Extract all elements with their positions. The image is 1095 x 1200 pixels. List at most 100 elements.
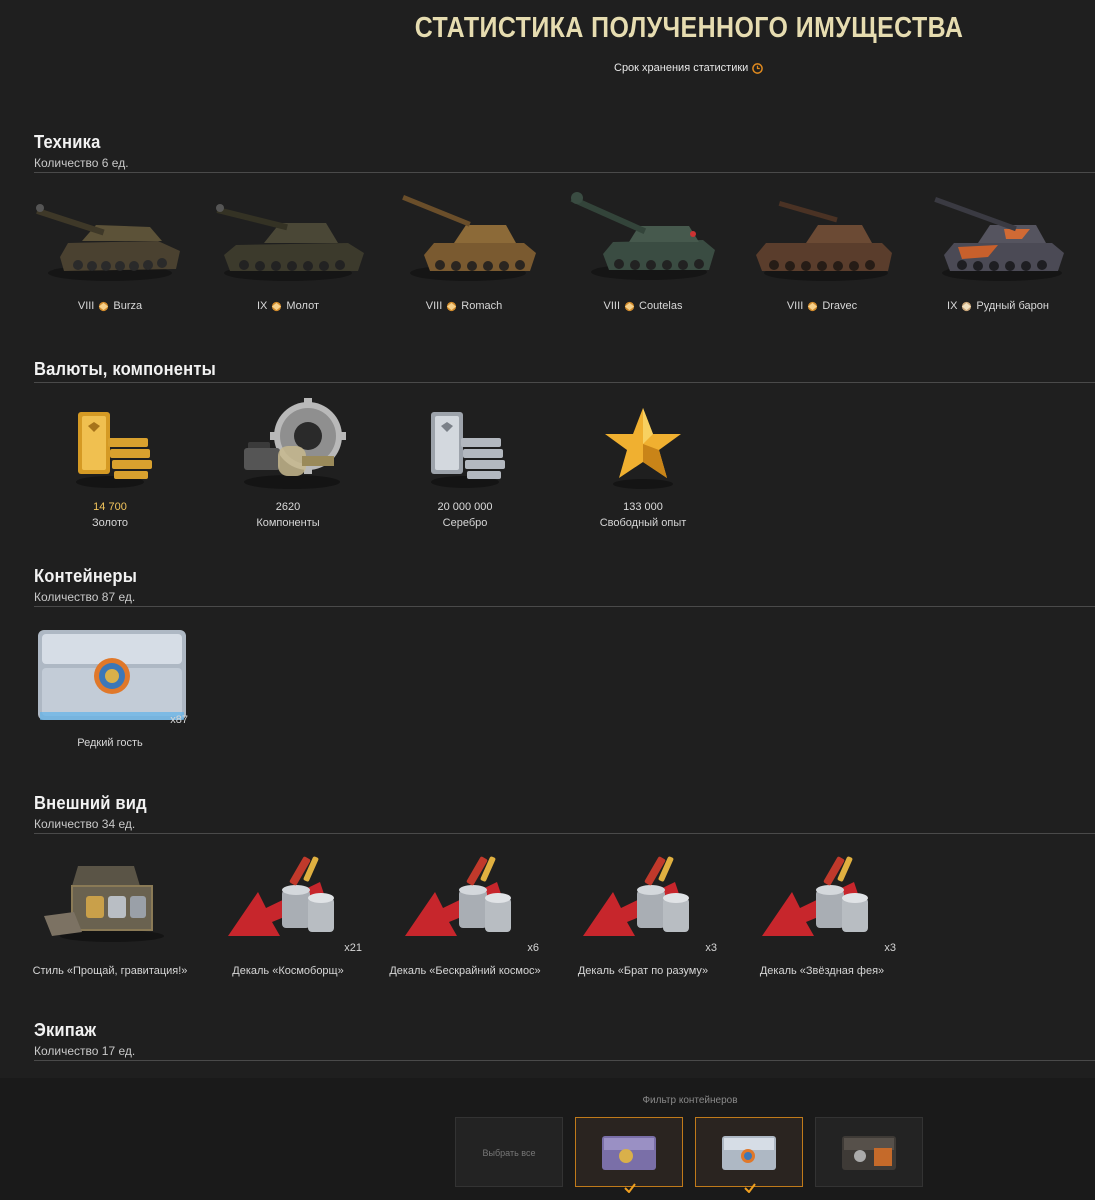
free-xp-star-icon (605, 408, 681, 489)
vehicle-tier: VIII (425, 300, 443, 312)
currencies-title: Валюты, компоненты (34, 359, 216, 379)
silver-container-icon (722, 1136, 776, 1170)
currency-label: Компоненты (256, 517, 320, 529)
customization-label: Стиль «Прощай, гравитация!» (32, 965, 188, 977)
filter-container-purple[interactable] (575, 1117, 683, 1193)
currency-card[interactable]: 2620 Компоненты (208, 398, 368, 529)
divider (34, 606, 1095, 607)
customization-multiplier: x3 (884, 942, 896, 954)
purple-container-icon (602, 1136, 656, 1170)
currency-card[interactable]: 20 000 000 Серебро (385, 402, 545, 529)
gold-icon (76, 412, 152, 488)
customization-label: Декаль «Космоборщ» (232, 965, 344, 977)
vehicle-name: Dravec (822, 300, 858, 312)
customization-multiplier: x21 (344, 942, 362, 954)
clock-icon (752, 62, 764, 74)
vehicle-tier: IX (947, 300, 958, 312)
elite-emblem-icon (624, 301, 635, 311)
currency-amount: 20 000 000 (437, 501, 493, 513)
vehicle-card[interactable]: IX Рудный барон (918, 195, 1078, 312)
vehicle-name: Coutelas (639, 300, 683, 312)
storage-period-link[interactable]: Срок хранения статистики (614, 62, 764, 74)
decal-paint-icon (762, 856, 868, 936)
customization-count: Количество 34 ед. (34, 817, 136, 831)
vehicles-count: Количество 6 ед. (34, 156, 129, 170)
crew-title: Экипаж (34, 1020, 97, 1040)
elite-emblem-icon (962, 301, 972, 311)
vehicles-section: Техника Количество 6 ед. (34, 132, 1095, 173)
container-multiplier: x87 (170, 714, 188, 726)
containers-section: Контейнеры Количество 87 ед. (34, 566, 1095, 607)
customization-card[interactable]: x21 Декаль «Космоборщ» (208, 852, 368, 977)
vehicles-title: Техника (34, 132, 101, 152)
currency-card[interactable]: 133 000 Свободный опыт (563, 402, 723, 529)
elite-emblem-icon (272, 301, 282, 311)
containers-title: Контейнеры (34, 566, 138, 586)
page-title: СТАТИСТИКА ПОЛУЧЕННОГО ИМУЩЕСТВА (414, 12, 964, 44)
elite-emblem-icon (447, 301, 457, 311)
currency-amount: 14 700 (93, 501, 127, 513)
crew-section: Экипаж Количество 17 ед. (34, 1020, 1095, 1061)
currency-label: Золото (92, 517, 128, 529)
rare-guest-container-icon (38, 630, 186, 720)
decal-paint-icon (228, 856, 334, 936)
dark-container-icon (842, 1136, 896, 1170)
customization-card[interactable]: Стиль «Прощай, гравитация!» (30, 852, 190, 977)
silver-icon (431, 412, 505, 488)
containers-count: Количество 87 ед. (34, 590, 136, 604)
currency-label: Серебро (442, 517, 488, 529)
select-all-button[interactable]: Выбрать все (455, 1117, 563, 1187)
vehicle-name: Burza (113, 300, 143, 312)
customization-card[interactable]: x6 Декаль «Бескрайний космос» (385, 852, 545, 977)
style-box-icon (44, 866, 164, 942)
currency-label: Свободный опыт (599, 517, 687, 529)
customization-label: Декаль «Звёздная фея» (759, 965, 885, 977)
divider (34, 833, 1095, 834)
vehicle-name: Romach (461, 300, 503, 312)
tank-image (36, 204, 180, 281)
customization-card[interactable]: x3 Декаль «Звёздная фея» (742, 852, 902, 977)
customization-multiplier: x6 (527, 942, 539, 954)
checkmark-icon (624, 1183, 636, 1193)
vehicle-card[interactable]: VIII Dravec (742, 195, 902, 312)
currency-amount: 2620 (275, 501, 301, 513)
vehicle-name: Рудный барон (976, 300, 1049, 312)
divider (34, 382, 1095, 383)
container-filter-bar: Фильтр контейнеров Выбрать все (0, 1078, 1095, 1200)
currencies-section: Валюты, компоненты (34, 359, 1095, 383)
container-card[interactable]: x87 Редкий гость (30, 624, 190, 749)
tank-image (402, 195, 536, 281)
divider (34, 1060, 1095, 1061)
customization-card[interactable]: x3 Декаль «Брат по разуму» (563, 852, 723, 977)
tank-image (216, 204, 364, 281)
decal-paint-icon (583, 856, 689, 936)
customization-label: Декаль «Брат по разуму» (577, 965, 709, 977)
vehicle-card[interactable]: IX Молот (208, 195, 368, 312)
components-icon (244, 398, 346, 489)
checkmark-icon (744, 1183, 756, 1193)
customization-multiplier: x3 (705, 942, 717, 954)
vehicle-name: Молот (286, 300, 320, 312)
select-all-label: Выбрать все (482, 1148, 536, 1158)
customization-section: Внешний вид Количество 34 ед. (34, 793, 1095, 834)
storage-period-label: Срок хранения статистики (614, 62, 749, 74)
vehicle-card[interactable]: VIII Coutelas (563, 190, 723, 312)
filter-container-dark[interactable] (815, 1117, 923, 1187)
filter-container-silver[interactable] (695, 1117, 803, 1193)
vehicle-card[interactable]: VIII Burza (30, 195, 190, 312)
vehicle-card[interactable]: VIII Romach (384, 195, 544, 312)
currency-card[interactable]: 14 700 Золото (30, 402, 190, 529)
vehicle-tier: VIII (77, 300, 95, 312)
vehicle-tier: VIII (786, 300, 804, 312)
currency-amount: 133 000 (623, 501, 663, 513)
vehicle-tier: IX (256, 300, 268, 312)
vehicle-tier: VIII (603, 300, 621, 312)
elite-emblem-icon (808, 301, 818, 311)
crew-count: Количество 17 ед. (34, 1044, 136, 1058)
customization-title: Внешний вид (34, 793, 147, 813)
customization-label: Декаль «Бескрайний космос» (389, 965, 541, 977)
filter-title: Фильтр контейнеров (642, 1095, 738, 1106)
elite-emblem-icon (99, 301, 109, 311)
container-label: Редкий гость (77, 737, 143, 749)
tank-image (934, 197, 1064, 281)
